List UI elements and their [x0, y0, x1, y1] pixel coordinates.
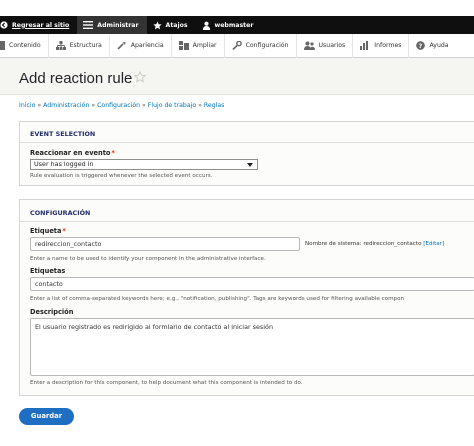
- tags-field-label: Etiquetas: [30, 267, 66, 275]
- breadcrumb-separator: »: [198, 102, 202, 109]
- tray-item-structure[interactable]: Estructura: [49, 33, 110, 58]
- fieldset-divider: [20, 221, 474, 222]
- tray-item-label: Informes: [374, 42, 402, 49]
- tray-item-help[interactable]: ? Ayuda: [409, 34, 455, 58]
- hamburger-icon: [83, 21, 94, 29]
- star-icon: [152, 20, 162, 29]
- breadcrumb-separator: »: [37, 102, 42, 109]
- configuration-legend: CONFIGURACIÓN: [30, 209, 91, 217]
- back-arrow-icon: [0, 21, 8, 29]
- tray-item-label: Configuración: [245, 42, 289, 49]
- tray-item-appearance[interactable]: Apariencia: [110, 33, 172, 58]
- description-field-description: Enter a description for this component, …: [30, 380, 303, 386]
- toolbar-shortcuts-label: Atajos: [165, 21, 188, 29]
- fieldset-divider: [20, 142, 474, 143]
- admin-toolbar: Regresar al sitio Administrar Atajos web…: [0, 16, 474, 34]
- tray-item-content[interactable]: Contenido: [0, 33, 49, 58]
- event-field-label: Reaccionar en evento*: [30, 149, 115, 157]
- wrench-icon: [232, 41, 242, 50]
- admin-menu-tray: Contenido Estructura Apariencia Ampliar …: [0, 33, 474, 58]
- tray-item-label: Apariencia: [130, 42, 164, 49]
- tray-item-label: Ayuda: [429, 42, 449, 49]
- event-selection-legend: EVENT SELECTION: [30, 130, 96, 138]
- required-marker: *: [111, 149, 115, 157]
- people-icon: [303, 41, 315, 50]
- breadcrumb-separator: »: [142, 102, 146, 109]
- breadcrumb-link[interactable]: Administración: [43, 102, 89, 109]
- toolbar-user-label: webmaster: [214, 21, 254, 29]
- tray-item-label: Usuarios: [318, 42, 346, 49]
- dropdown-arrow-icon: [247, 163, 253, 167]
- content-icon: [0, 41, 5, 50]
- label-field-label: Etiqueta*: [30, 227, 66, 235]
- help-icon: ?: [416, 41, 426, 50]
- machine-name-text: Nombre de sistema: redireccion_contacto: [305, 241, 422, 247]
- event-select-value: User has logged in: [34, 160, 94, 168]
- tray-item-label: Estructura: [69, 42, 102, 49]
- tray-item-extend[interactable]: Ampliar: [172, 33, 225, 58]
- breadcrumb-link[interactable]: Configuración: [97, 102, 140, 109]
- breadcrumb-link[interactable]: Flujo de trabajo: [148, 102, 196, 109]
- machine-name-edit-link[interactable]: [Editar]: [423, 241, 444, 247]
- user-icon: [202, 21, 210, 30]
- event-selection-fieldset: EVENT SELECTION Reaccionar en evento* Us…: [19, 121, 474, 186]
- breadcrumb-link[interactable]: Reglas: [204, 102, 225, 109]
- appearance-icon: [117, 42, 126, 50]
- tray-item-people[interactable]: Usuarios: [297, 33, 354, 58]
- event-select[interactable]: User has logged in: [30, 159, 258, 170]
- add-shortcut-star-icon[interactable]: [134, 71, 146, 83]
- breadcrumb-link[interactable]: Inicio: [19, 102, 35, 109]
- tags-field-description: Enter a list of comma-separated keywords…: [30, 296, 405, 302]
- tray-item-label: Contenido: [9, 42, 41, 49]
- page-title: Add reaction rule: [19, 70, 133, 87]
- toolbar-shortcuts-tab[interactable]: Atajos: [147, 16, 196, 34]
- toolbar-manage-tab[interactable]: Administrar: [77, 16, 147, 34]
- description-textarea[interactable]: El usuario registrado es redirigido al f…: [30, 318, 474, 376]
- back-to-site-label: Regresar al sitio: [12, 21, 70, 29]
- label-field-label-text: Etiqueta: [30, 227, 62, 235]
- breadcrumb-separator: »: [91, 102, 96, 109]
- svg-text:?: ?: [419, 43, 423, 50]
- toolbar-manage-label: Administrar: [97, 21, 139, 29]
- extend-icon: [178, 41, 189, 50]
- label-field-description: Enter a name to be used to identify your…: [30, 256, 266, 262]
- structure-icon: [55, 41, 66, 50]
- event-field-description: Rule evaluation is triggered whenever th…: [30, 173, 213, 179]
- tray-item-configuration[interactable]: Configuración: [225, 33, 297, 58]
- tags-input[interactable]: contacto: [30, 277, 474, 291]
- required-marker: *: [62, 227, 66, 235]
- back-to-site-link[interactable]: Regresar al sitio: [0, 16, 77, 34]
- description-field-label: Descripción: [30, 308, 74, 316]
- page-header: Add reaction rule: [0, 58, 474, 95]
- label-input[interactable]: redireccion_contacto: [30, 237, 300, 251]
- tray-item-reports[interactable]: Informes: [353, 33, 410, 58]
- tray-item-label: Ampliar: [192, 42, 217, 49]
- configuration-fieldset: CONFIGURACIÓN Etiqueta* redireccion_cont…: [19, 199, 474, 396]
- event-field-label-text: Reaccionar en evento: [30, 149, 111, 157]
- save-button[interactable]: Guardar: [19, 408, 74, 425]
- machine-name: Nombre de sistema: redireccion_contacto …: [305, 241, 444, 247]
- reports-icon: [360, 41, 369, 50]
- breadcrumb: Inicio » Administración » Configuración …: [19, 102, 224, 109]
- toolbar-user-tab[interactable]: webmaster: [196, 16, 262, 34]
